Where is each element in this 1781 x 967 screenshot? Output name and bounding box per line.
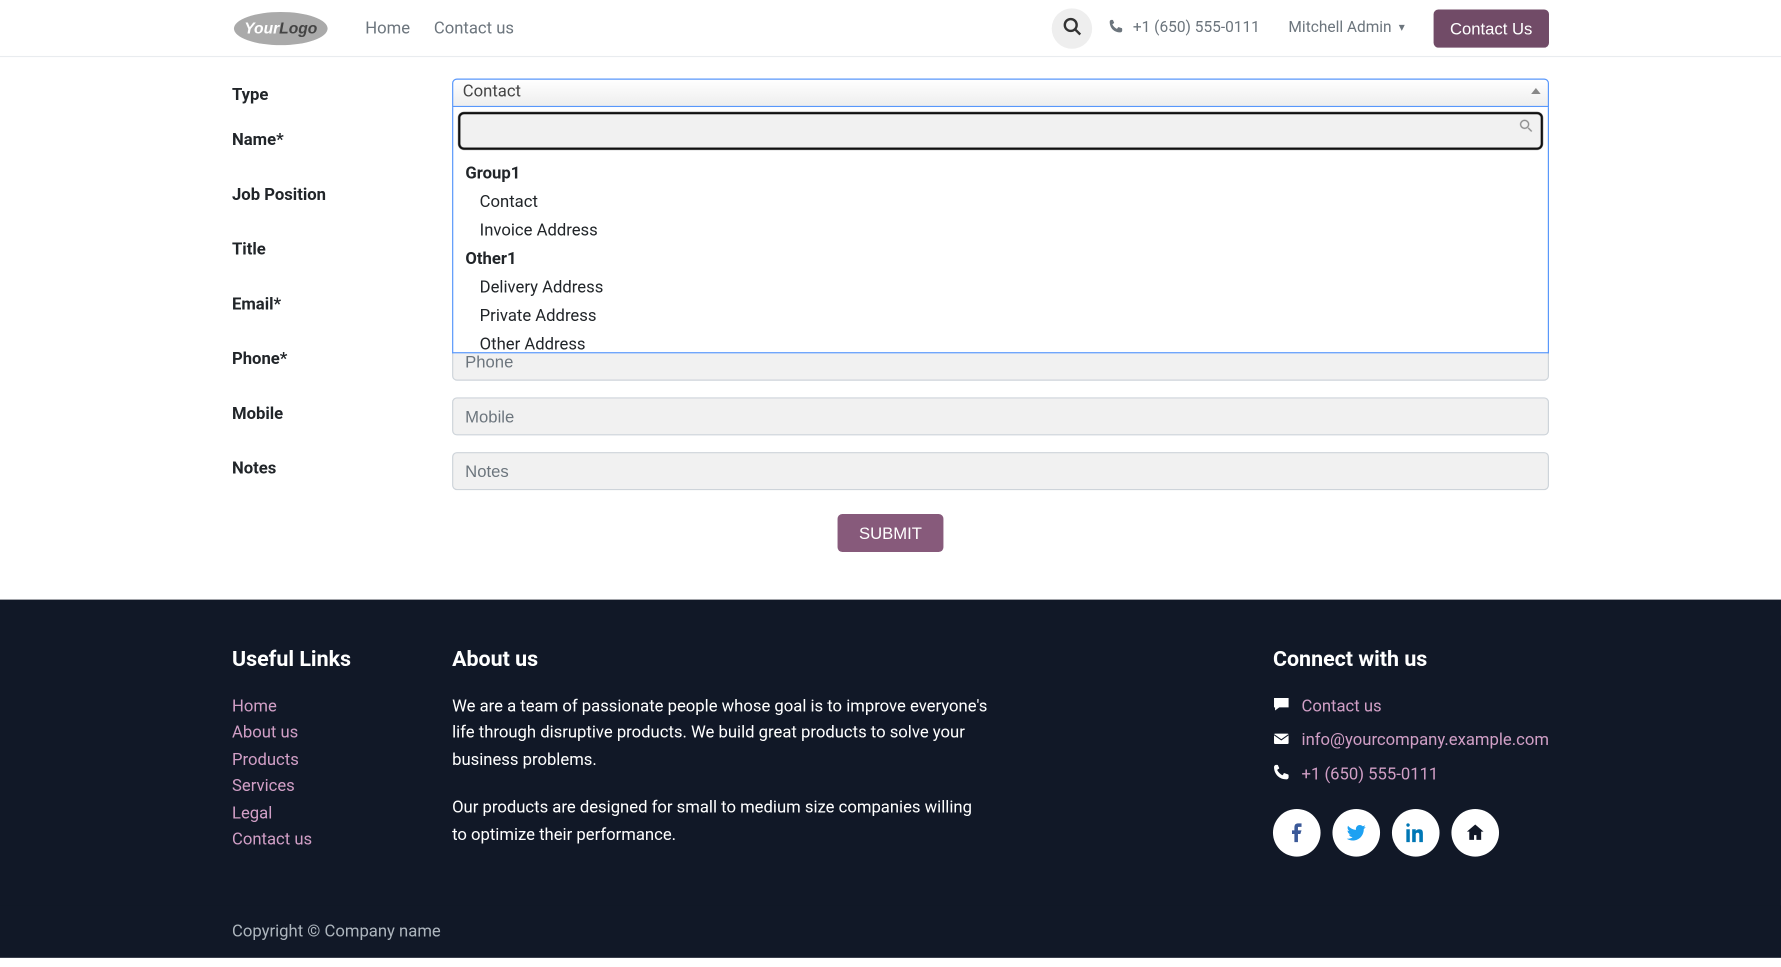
phone-icon [1273, 764, 1302, 785]
label-name: Name* [232, 124, 452, 150]
submit-button[interactable]: SUBMIT [838, 514, 944, 552]
nav-phone-text: +1 (650) 555-0111 [1133, 19, 1260, 37]
type-group-label: Group1 [453, 159, 1548, 188]
label-type: Type [232, 79, 452, 105]
chat-icon [1273, 696, 1302, 717]
type-select[interactable]: Contact [452, 79, 1549, 108]
type-selected-value: Contact [463, 82, 521, 101]
caret-down-icon: ▾ [1399, 21, 1405, 34]
type-option[interactable]: Contact [453, 188, 1548, 217]
label-mobile: Mobile [232, 397, 452, 423]
footer-phone-link[interactable]: +1 (650) 555-0111 [1302, 761, 1439, 788]
chevron-up-icon [1531, 88, 1541, 94]
notes-input[interactable] [452, 452, 1549, 490]
label-phone: Phone* [232, 343, 452, 369]
footer-connect-heading: Connect with us [1273, 647, 1549, 672]
footer-link[interactable]: Legal [232, 800, 452, 827]
label-job: Job Position [232, 178, 452, 204]
footer-about-p1: We are a team of passionate people whose… [452, 694, 987, 774]
footer-link[interactable]: Contact us [232, 827, 452, 854]
footer-about-p2: Our products are designed for small to m… [452, 795, 987, 848]
footer-email-link[interactable]: info@yourcompany.example.com [1302, 727, 1549, 754]
copyright: Copyright © Company name [0, 905, 1781, 957]
svg-text:YourLogo: YourLogo [244, 20, 318, 37]
search-icon [1063, 17, 1082, 40]
contact-us-button[interactable]: Contact Us [1433, 9, 1549, 47]
nav-contact-us[interactable]: Contact us [422, 18, 526, 37]
logo[interactable]: YourLogo [232, 9, 330, 47]
form-area: Type Contact Group1ContactInvoice Addres… [0, 57, 1781, 600]
nav-user-name: Mitchell Admin [1288, 19, 1391, 37]
top-nav: YourLogo Home Contact us +1 (650) 555-01… [0, 0, 1781, 57]
home-icon[interactable] [1451, 809, 1499, 857]
label-title: Title [232, 233, 452, 259]
mobile-input[interactable] [452, 397, 1549, 435]
twitter-icon[interactable] [1332, 809, 1380, 857]
type-option[interactable]: Private Address [453, 302, 1548, 331]
type-group-label: Other1 [453, 245, 1548, 274]
type-dropdown: Group1ContactInvoice AddressOther1Delive… [452, 107, 1549, 353]
facebook-icon[interactable] [1273, 809, 1321, 857]
footer-link[interactable]: Services [232, 774, 452, 801]
search-icon [1519, 119, 1533, 137]
nav-user-menu[interactable]: Mitchell Admin ▾ [1288, 19, 1404, 37]
type-option[interactable]: Delivery Address [453, 274, 1548, 303]
footer: Useful Links HomeAbout usProductsService… [0, 600, 1781, 958]
type-option[interactable]: Other Address [453, 331, 1548, 352]
footer-link[interactable]: About us [232, 720, 452, 747]
type-search-input[interactable] [458, 112, 1543, 150]
footer-link[interactable]: Home [232, 694, 452, 721]
type-option[interactable]: Invoice Address [453, 217, 1548, 246]
footer-useful-links-heading: Useful Links [232, 647, 452, 672]
nav-home[interactable]: Home [353, 18, 422, 37]
nav-phone: +1 (650) 555-0111 [1109, 18, 1260, 37]
phone-icon [1109, 18, 1133, 37]
footer-link[interactable]: Products [232, 747, 452, 774]
type-results: Group1ContactInvoice AddressOther1Delive… [453, 155, 1548, 352]
label-email: Email* [232, 288, 452, 314]
label-notes: Notes [232, 452, 452, 478]
linkedin-icon[interactable] [1392, 809, 1440, 857]
search-button[interactable] [1052, 8, 1092, 48]
footer-contact-link[interactable]: Contact us [1302, 694, 1382, 721]
footer-about-heading: About us [452, 647, 987, 672]
mail-icon [1273, 730, 1302, 751]
